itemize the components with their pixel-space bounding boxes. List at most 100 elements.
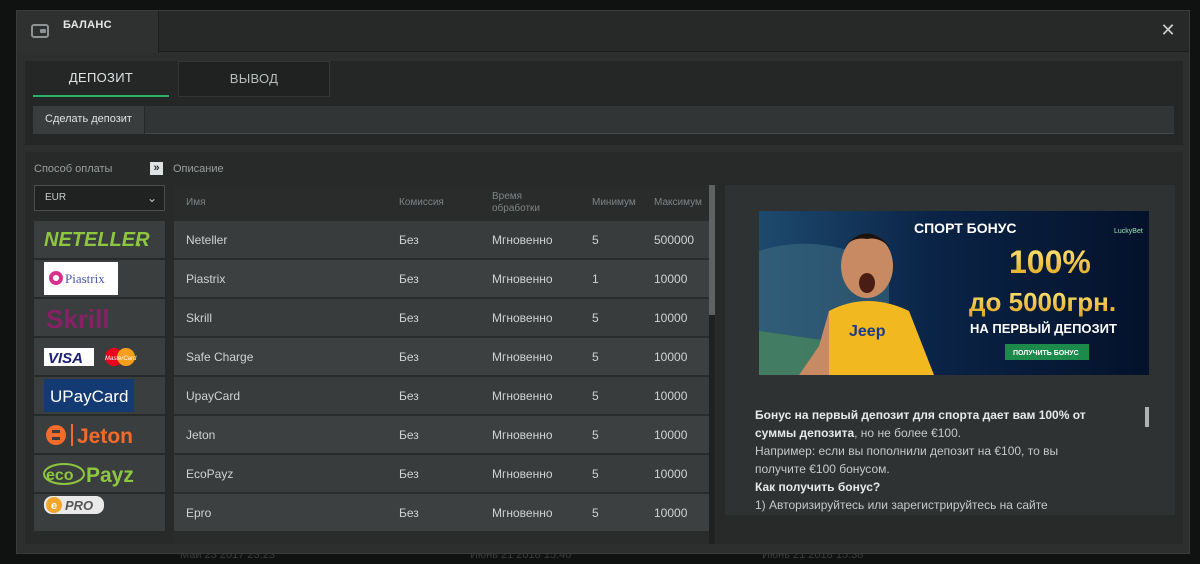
modal-title: БАЛАНС	[63, 19, 112, 31]
column-header-name: Имя	[186, 197, 206, 208]
table-row[interactable]: EcoPayz Без Мгновенно 5 10000	[174, 455, 709, 492]
payment-table: Имя Комиссия Время обработки Минимум Мак…	[174, 185, 716, 544]
description-heading: Как получить бонус?	[755, 480, 881, 494]
logo-cell-visa-mastercard[interactable]: VISA MasterCard	[34, 338, 165, 375]
cell-name: EcoPayz	[186, 467, 234, 481]
svg-text:Jeton: Jeton	[77, 425, 133, 448]
cell-fee: Без	[399, 233, 419, 247]
cell-time: Мгновенно	[492, 233, 553, 247]
piastrix-logo: Piastrix	[44, 262, 118, 295]
cell-max: 10000	[654, 467, 688, 481]
subtab-make-deposit[interactable]: Сделать депозит	[33, 106, 145, 134]
expand-arrow-icon[interactable]: »	[150, 162, 163, 175]
cell-time: Мгновенно	[492, 428, 553, 442]
jersey-text: Jeep	[849, 323, 886, 340]
tab-deposit[interactable]: ДЕПОЗИТ	[33, 61, 169, 97]
cell-time: Мгновенно	[492, 467, 553, 481]
cell-fee: Без	[399, 467, 419, 481]
svg-text:●: ●	[136, 240, 141, 249]
cell-name: Epro	[186, 506, 212, 520]
cell-name: Piastrix	[186, 272, 226, 286]
cell-fee: Без	[399, 311, 419, 325]
payment-logos: NETELLER ● Piastrix Skrill VISA MasterCa…	[34, 221, 165, 544]
cell-fee: Без	[399, 428, 419, 442]
modal-header: БАЛАНС ✕	[17, 11, 1189, 53]
cell-name: Jeton	[186, 428, 216, 442]
description-text: , но не более €100.	[854, 426, 962, 440]
svg-text:eco: eco	[46, 467, 74, 484]
svg-text:Piastrix: Piastrix	[65, 271, 105, 286]
balance-modal: БАЛАНС ✕ ДЕПОЗИТ ВЫВОД Сделать депозит С…	[16, 10, 1190, 554]
table-header: Имя Комиссия Время обработки Минимум Мак…	[174, 185, 709, 221]
description-label: Описание	[173, 163, 224, 175]
payment-method-label: Способ оплаты	[34, 163, 113, 175]
svg-text:e: e	[51, 500, 57, 512]
cell-max: 10000	[654, 311, 688, 325]
cell-min: 5	[592, 350, 599, 364]
bonus-banner-image: Jeep СПОРТ БОНУС LuckyBet 100% до 5000гр…	[759, 211, 1149, 375]
description-panel: Jeep СПОРТ БОНУС LuckyBet 100% до 5000гр…	[725, 185, 1175, 515]
table-scrollbar-thumb[interactable]	[709, 185, 715, 315]
cell-max: 500000	[654, 233, 695, 247]
tab-withdraw[interactable]: ВЫВОД	[178, 61, 330, 97]
svg-text:Skrill: Skrill	[46, 304, 110, 334]
logo-cell-epro[interactable]: e PRO	[34, 494, 165, 531]
cell-time: Мгновенно	[492, 311, 553, 325]
description-scrollbar-thumb[interactable]	[1145, 407, 1149, 427]
cell-fee: Без	[399, 506, 419, 520]
column-header-min: Минимум	[592, 197, 636, 208]
logo-cell-ecopayz[interactable]: eco Payz	[34, 455, 165, 492]
banner-subtitle: НА ПЕРВЫЙ ДЕПОЗИТ	[970, 321, 1117, 336]
cell-fee: Без	[399, 350, 419, 364]
logo-cell-skrill[interactable]: Skrill	[34, 299, 165, 336]
wallet-icon	[31, 24, 49, 38]
epro-logo: e PRO	[44, 496, 104, 514]
cell-time: Мгновенно	[492, 506, 553, 520]
cell-time: Мгновенно	[492, 350, 553, 364]
logo-cell-upaycard[interactable]: UPayCard	[34, 377, 165, 414]
svg-text:NETELLER: NETELLER	[44, 229, 150, 251]
banner-button: ПОЛУЧИТЬ БОНУС	[1013, 350, 1079, 357]
bonus-banner[interactable]: Jeep СПОРТ БОНУС LuckyBet 100% до 5000гр…	[759, 211, 1149, 375]
cell-max: 10000	[654, 272, 688, 286]
currency-value: EUR	[45, 192, 67, 203]
table-row[interactable]: UpayCard Без Мгновенно 5 10000	[174, 377, 709, 414]
cell-min: 5	[592, 233, 599, 247]
column-header-time: Время обработки	[492, 191, 541, 214]
banner-brand: LuckyBet	[1114, 228, 1143, 235]
description-example: Например: если вы пополнили депозит на €…	[755, 444, 1059, 476]
svg-text:MasterCard: MasterCard	[105, 356, 137, 362]
deposit-tabs-section: ДЕПОЗИТ ВЫВОД Сделать депозит	[25, 61, 1183, 145]
upaycard-logo: UPayCard	[44, 379, 134, 412]
table-row[interactable]: Safe Charge Без Мгновенно 5 10000	[174, 338, 709, 375]
column-header-max: Максимум	[654, 197, 702, 208]
cell-min: 1	[592, 272, 599, 286]
currency-select[interactable]: EUR ⌄	[34, 185, 165, 211]
table-row[interactable]: Jeton Без Мгновенно 5 10000	[174, 416, 709, 453]
cell-max: 10000	[654, 506, 688, 520]
cell-time: Мгновенно	[492, 389, 553, 403]
cell-min: 5	[592, 467, 599, 481]
column-header-fee: Комиссия	[399, 197, 444, 208]
logo-cell-jeton[interactable]: Jeton	[34, 416, 165, 453]
skrill-logo: Skrill	[46, 304, 110, 334]
table-row[interactable]: Skrill Без Мгновенно 5 10000	[174, 299, 709, 336]
banner-percent: 100%	[1009, 244, 1091, 280]
cell-min: 5	[592, 311, 599, 325]
payment-section: Способ оплаты » Описание EUR ⌄ NETELLER …	[25, 152, 1183, 544]
logo-cell-piastrix[interactable]: Piastrix	[34, 260, 165, 297]
cell-min: 5	[592, 428, 599, 442]
banner-title: СПОРТ БОНУС	[914, 220, 1017, 236]
banner-amount: до 5000грн.	[969, 287, 1116, 317]
neteller-logo: NETELLER ●	[44, 229, 150, 251]
description-step: 1) Авторизируйтесь или зарегистрируйтесь…	[755, 498, 1048, 512]
ecopayz-logo: eco Payz	[43, 463, 134, 487]
logo-cell-neteller[interactable]: NETELLER ●	[34, 221, 165, 258]
svg-text:PRO: PRO	[65, 498, 93, 513]
table-row[interactable]: Neteller Без Мгновенно 5 500000	[174, 221, 709, 258]
table-row[interactable]: Epro Без Мгновенно 5 10000	[174, 494, 709, 531]
header-balance-tab[interactable]: БАЛАНС	[17, 11, 159, 53]
close-icon[interactable]: ✕	[1159, 21, 1177, 39]
cell-name: Skrill	[186, 311, 212, 325]
table-row[interactable]: Piastrix Без Мгновенно 1 10000	[174, 260, 709, 297]
